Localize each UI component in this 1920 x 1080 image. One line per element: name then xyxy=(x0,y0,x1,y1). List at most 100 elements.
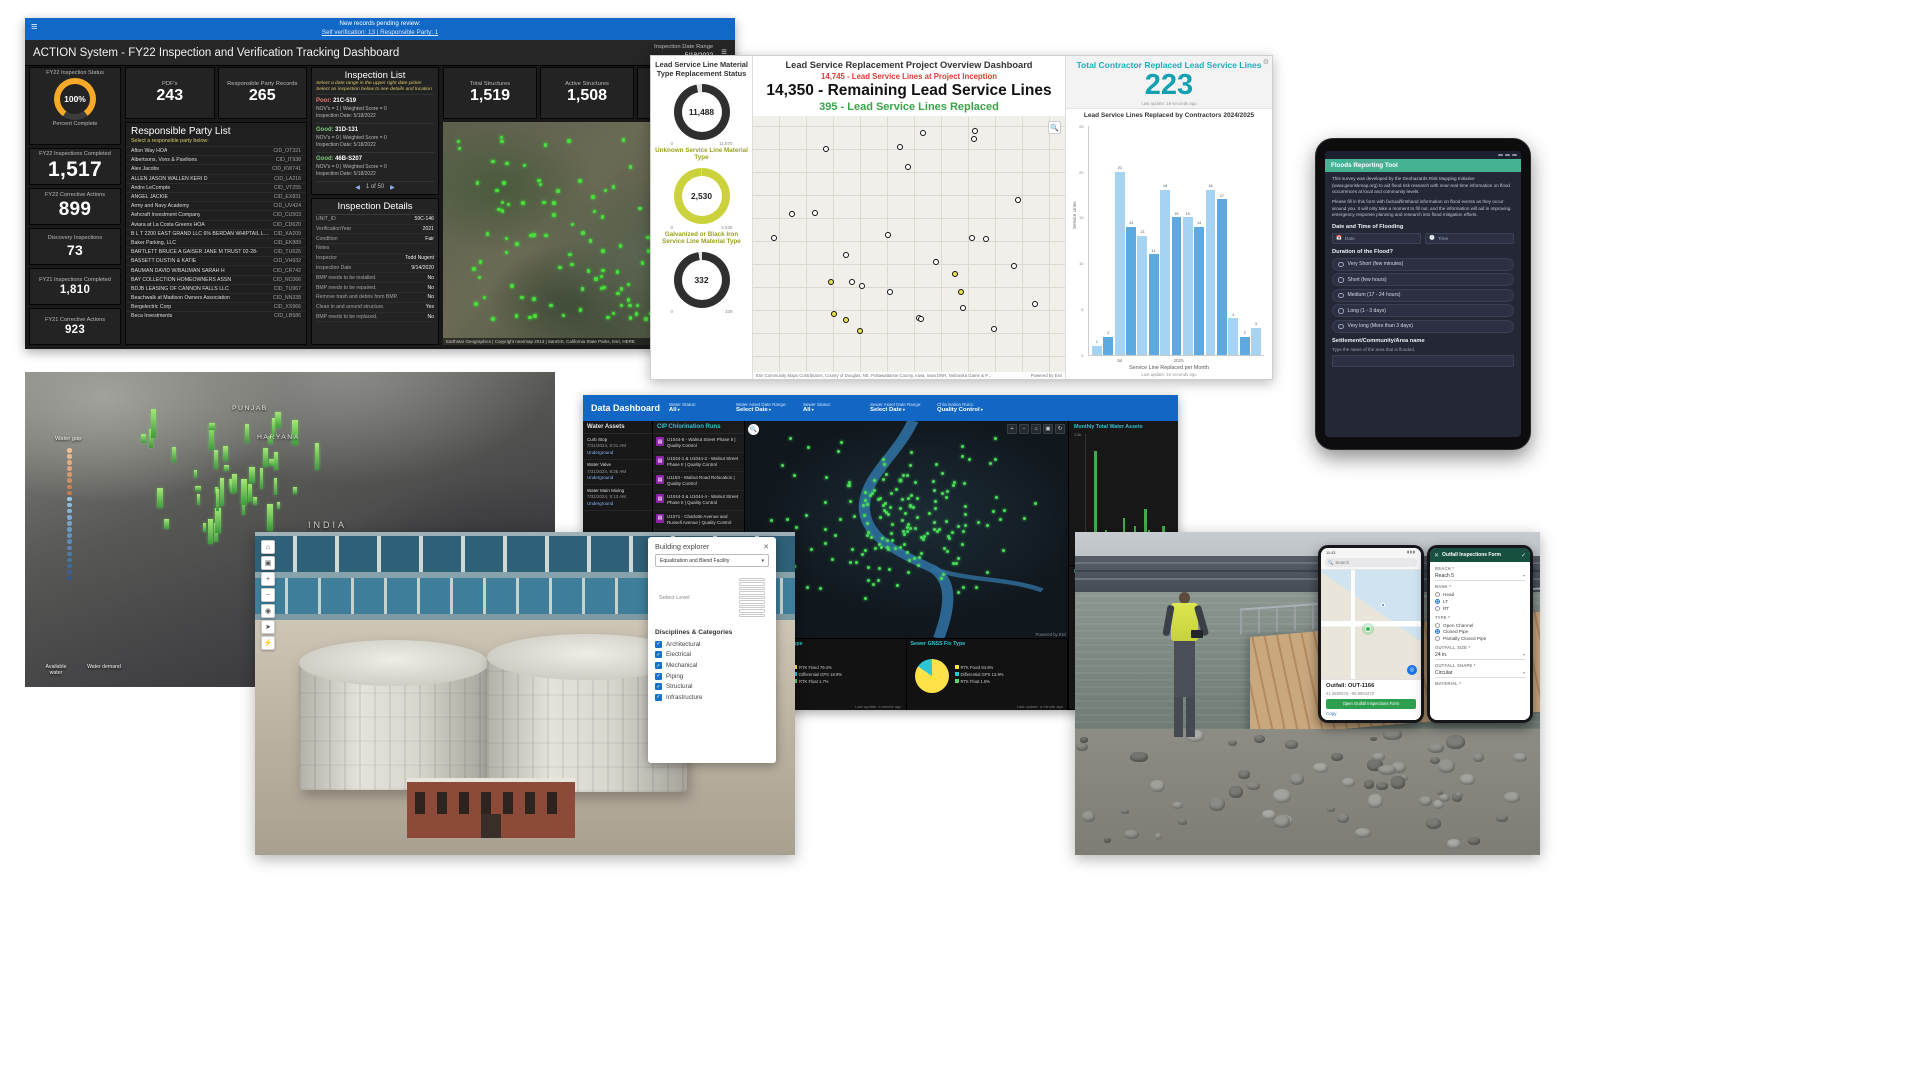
category-checkbox-row[interactable]: ✓ Piping xyxy=(655,671,769,682)
filter-dropdown[interactable]: Water Status: All xyxy=(669,402,727,414)
radio-icon[interactable] xyxy=(1338,293,1344,299)
outfall-shape-select[interactable]: Circular▾ xyxy=(1435,670,1525,678)
category-checkbox-row[interactable]: ✓ Electrical xyxy=(655,650,769,661)
flood-time-field[interactable]: 🕐 Time xyxy=(1425,233,1514,244)
list-item[interactable]: Aviara at La Costa Greens HOA CID_CD620 xyxy=(126,220,306,229)
list-item[interactable]: Water Main Mixing 7/31/2024, 9:13 AM Und… xyxy=(583,485,652,511)
duration-option[interactable]: Medium (17 - 24 hours) xyxy=(1332,289,1514,302)
flood-date-field[interactable]: 📅 Date xyxy=(1332,233,1421,244)
list-item[interactable]: ▤ U1044-3 & U1044-4 - Walnut Street Phas… xyxy=(653,491,744,510)
list-item[interactable]: ANGEL JACKIE CID_EX831 xyxy=(126,192,306,201)
zoom-in-icon[interactable]: + xyxy=(1007,424,1017,434)
list-item[interactable]: Bergelectric Corp CID_XS966 xyxy=(126,302,306,311)
radio-icon[interactable] xyxy=(1435,606,1440,611)
list-item[interactable]: Good: 46B-S207 NOV's = 0 | Weighted Scor… xyxy=(316,152,434,181)
list-item[interactable]: Army and Navy Academy CID_UV424 xyxy=(126,201,306,210)
radio-option[interactable]: RT xyxy=(1435,605,1525,612)
radio-icon[interactable] xyxy=(1338,277,1344,283)
daylight-icon[interactable]: ⚡ xyxy=(261,636,275,650)
outfall-size-select[interactable]: 24 in.▾ xyxy=(1435,652,1525,660)
lead-map[interactable]: 🔍 Esri Community Maps Contributors, Coun… xyxy=(753,117,1065,379)
list-item[interactable]: ▤ U1044-1 & U1044-2 - Walnut Street Phas… xyxy=(653,453,744,472)
list-item[interactable]: Baker Parking, LLC CID_EK889 xyxy=(126,238,306,247)
radio-icon[interactable] xyxy=(1435,629,1440,634)
radio-icon[interactable] xyxy=(1338,262,1344,268)
radio-icon[interactable] xyxy=(1338,308,1344,314)
search-icon[interactable]: 🔍 xyxy=(1048,121,1061,134)
facility-select[interactable]: Equalization and Blend Facility ▾ xyxy=(655,554,769,567)
category-checkbox-row[interactable]: ✓ Infrastructure xyxy=(655,692,769,703)
home-icon[interactable]: ⌂ xyxy=(261,540,275,554)
list-item[interactable]: Ashcraft Investment Company CID_CU503 xyxy=(126,210,306,219)
zoom-out-icon[interactable]: − xyxy=(1019,424,1029,434)
list-item[interactable]: BASSETT DUSTIN & KATIE CID_VH932 xyxy=(126,256,306,265)
search-input[interactable]: 🔍 Search xyxy=(1325,558,1417,567)
checkbox-checked-icon[interactable]: ✓ xyxy=(655,651,662,658)
list-item[interactable]: Beachwalk at Madison Owners Association … xyxy=(126,293,306,302)
radio-option[interactable]: LT xyxy=(1435,598,1525,605)
refresh-icon[interactable]: ↻ xyxy=(1055,424,1065,434)
radio-option[interactable]: Partially Closed Pipe xyxy=(1435,635,1525,642)
layers-icon[interactable]: ▣ xyxy=(1043,424,1053,434)
list-item[interactable]: ▤ U1163 - Walnut Road Relocation | Quali… xyxy=(653,472,744,491)
list-item[interactable]: Water Valve 7/31/2024, 9:25 AM Undergrou… xyxy=(583,460,652,486)
list-item[interactable]: Alex Jacobs CID_KW741 xyxy=(126,164,306,173)
list-item[interactable]: BDJB LEASING OF CANNON FALLS LLC CID_TU9… xyxy=(126,284,306,293)
radio-option[interactable]: Head xyxy=(1435,592,1525,599)
radio-icon[interactable] xyxy=(1435,623,1440,628)
radio-option[interactable]: Open Channel xyxy=(1435,622,1525,629)
outfall-location-dot[interactable] xyxy=(1365,626,1371,632)
radio-icon[interactable] xyxy=(1435,592,1440,597)
prev-page-icon[interactable]: ◀ xyxy=(355,184,360,191)
duration-option[interactable]: Very Short (few minutes) xyxy=(1332,258,1514,271)
duration-option[interactable]: Long (1 - 3 days) xyxy=(1332,304,1514,317)
banner-links[interactable]: Self verification: 13 | Responsible Part… xyxy=(25,29,735,38)
category-checkbox-row[interactable]: ✓ Mechanical xyxy=(655,660,769,671)
area-name-input[interactable] xyxy=(1332,355,1514,367)
list-item[interactable]: Albertsons, Vons & Pavilions CID_IT938 xyxy=(126,155,306,164)
menu-icon[interactable]: ≡ xyxy=(31,21,37,33)
filter-dropdown[interactable]: Chlorination Runs: Quality Control xyxy=(937,402,995,414)
list-item[interactable]: Curb Stop 7/31/2024, 9:31 AM Underground xyxy=(583,434,652,460)
radio-icon[interactable] xyxy=(1435,636,1440,641)
list-item[interactable]: Beca Investments CID_LB586 xyxy=(126,311,306,320)
compass-icon[interactable]: ◉ xyxy=(261,604,275,618)
filter-dropdown[interactable]: Sewer Status: All xyxy=(803,402,861,414)
list-item[interactable]: Afton Way HOA CID_OT321 xyxy=(126,146,306,155)
copy-button[interactable]: Copy xyxy=(1326,711,1416,716)
list-item[interactable]: BARTLETT BRUCE A GAISER JANE M TRUST 02-… xyxy=(126,247,306,256)
list-item[interactable]: Andre LeCompte CID_VT255 xyxy=(126,183,306,192)
reach-select[interactable]: Reach 5▾ xyxy=(1435,573,1525,581)
list-item[interactable]: ALLEN JASON WALLEN KERI D CID_LA216 xyxy=(126,174,306,183)
category-checkbox-row[interactable]: ✓ Architectural xyxy=(655,639,769,650)
list-item[interactable]: B L T 2200 EAST GRAND LLC 6% BERDAN WHIP… xyxy=(126,229,306,238)
list-item[interactable]: BAY COLLECTION HOMEOWNERS ASSN CID_NC066 xyxy=(126,275,306,284)
open-survey-button[interactable]: Open Outfall Inspections Form xyxy=(1326,699,1416,709)
close-icon[interactable]: ✕ xyxy=(1434,552,1439,559)
locate-icon[interactable]: ➤ xyxy=(261,620,275,634)
radio-icon[interactable] xyxy=(1338,324,1344,330)
checkbox-checked-icon[interactable]: ✓ xyxy=(655,673,662,680)
checkbox-checked-icon[interactable]: ✓ xyxy=(655,683,662,690)
list-item[interactable]: Good: 31D-131 NOV's = 0 | Weighted Score… xyxy=(316,123,434,152)
next-page-icon[interactable]: ▶ xyxy=(390,184,395,191)
category-checkbox-row[interactable]: ✓ Structural xyxy=(655,681,769,692)
layers-icon[interactable]: ▣ xyxy=(261,556,275,570)
radio-icon[interactable] xyxy=(1435,599,1440,604)
duration-option[interactable]: Very long (More than 3 days) xyxy=(1332,320,1514,333)
filter-dropdown[interactable]: Sewer Asset Date Range: Select Date xyxy=(870,402,928,414)
submit-check-icon[interactable]: ✓ xyxy=(1521,552,1526,559)
search-icon[interactable]: 🔍 xyxy=(748,424,759,435)
close-icon[interactable]: ✕ xyxy=(763,543,769,551)
filter-dropdown[interactable]: Water Asset Date Range: Select Date xyxy=(736,402,794,414)
checkbox-checked-icon[interactable]: ✓ xyxy=(655,662,662,669)
duration-option[interactable]: Short (few hours) xyxy=(1332,273,1514,286)
phone-map[interactable]: ◎ xyxy=(1321,570,1421,679)
home-icon[interactable]: ⌂ xyxy=(1031,424,1041,434)
checkbox-checked-icon[interactable]: ✓ xyxy=(655,694,662,701)
checkbox-checked-icon[interactable]: ✓ xyxy=(655,641,662,648)
zoom-in-icon[interactable]: + xyxy=(261,572,275,586)
list-item[interactable]: BAUMAN DAVID W/BAUMAN SARAH H CID_CR742 xyxy=(126,265,306,274)
list-item[interactable]: ▤ U1044-8 - Walnut Street Phase II | Qua… xyxy=(653,434,744,453)
settings-icon[interactable]: ⚙ xyxy=(1263,58,1269,66)
